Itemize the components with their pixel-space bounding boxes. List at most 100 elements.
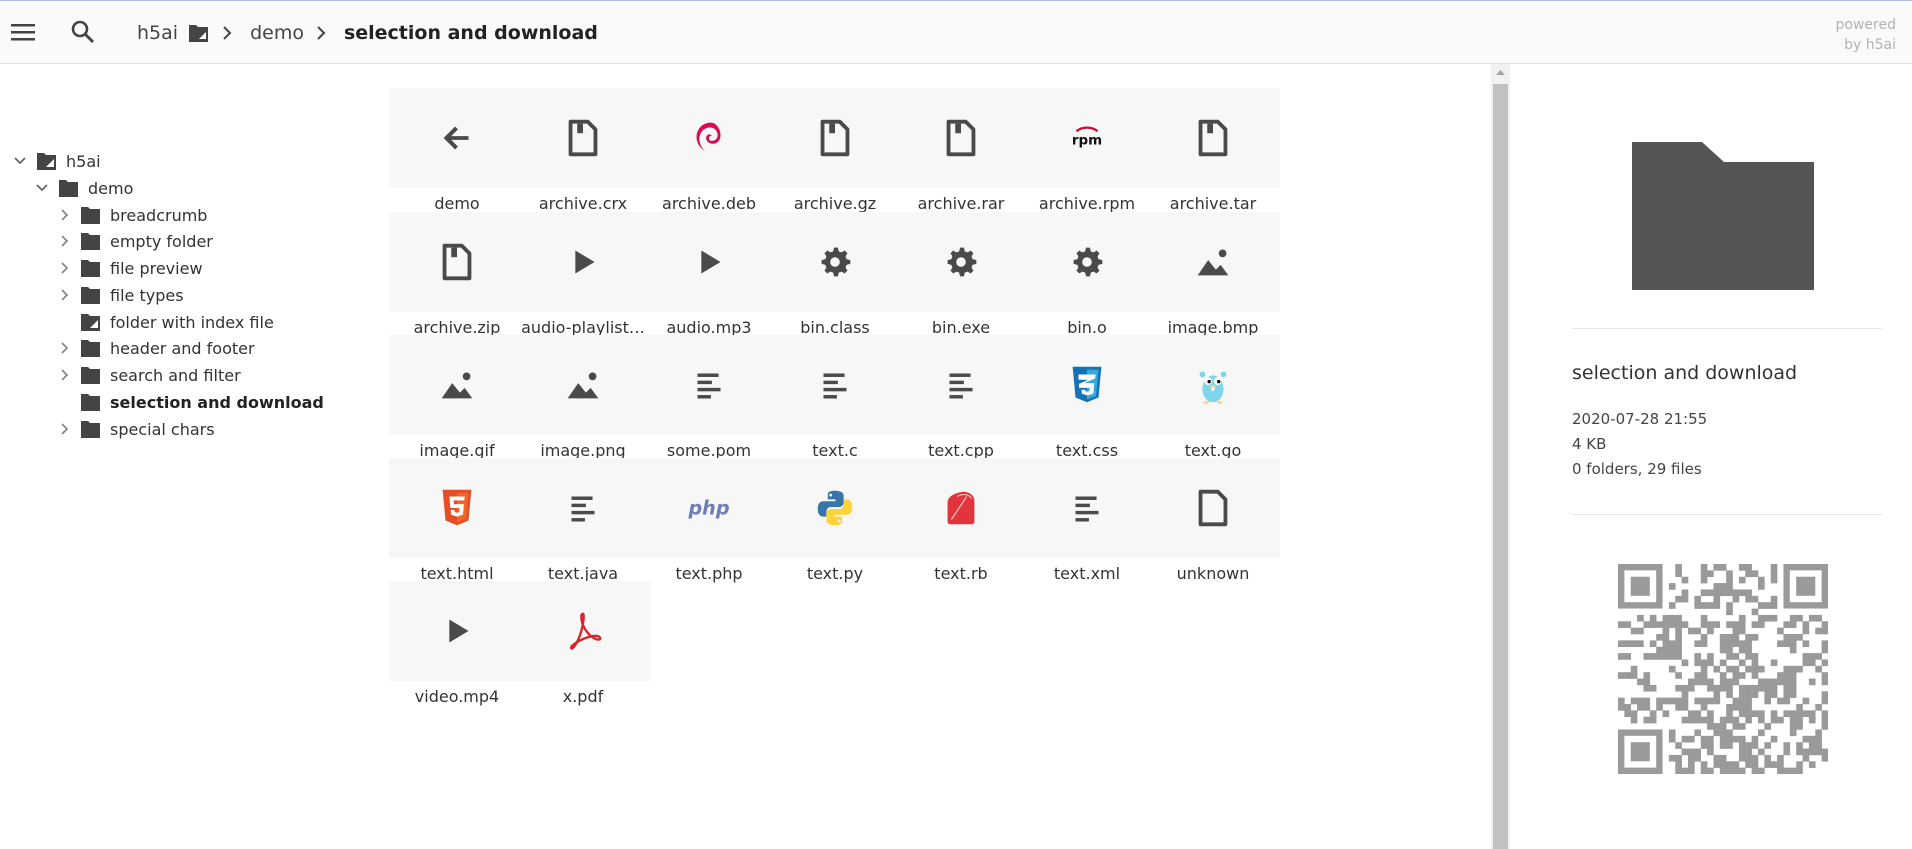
- archive-icon: [515, 88, 650, 188]
- info-name: selection and download: [1572, 362, 1798, 384]
- css3-icon: [1019, 335, 1154, 435]
- svg-text:rpm: rpm: [1071, 134, 1101, 149]
- folder-icon: [80, 418, 102, 440]
- chevron-right-icon: [220, 22, 234, 44]
- menu-icon[interactable]: [8, 17, 38, 47]
- info-panel: selection and download 2020-07-28 21:55 …: [1510, 64, 1912, 849]
- debian-icon: [641, 88, 776, 188]
- file-item[interactable]: unknown: [1145, 458, 1280, 603]
- archive-icon: [767, 88, 902, 188]
- image-icon: [515, 335, 650, 435]
- breadcrumb-label: demo: [250, 22, 304, 44]
- powered-by-link[interactable]: powered by h5ai: [1836, 15, 1896, 55]
- file-item[interactable]: video.mp4: [389, 581, 524, 726]
- gopher-icon: [1145, 335, 1280, 435]
- scrollbar[interactable]: [1491, 64, 1510, 849]
- file-item[interactable]: php text.php: [641, 458, 776, 603]
- chevron-right-icon[interactable]: [56, 340, 72, 356]
- text-lines-icon: [1019, 458, 1154, 558]
- folder-icon: [80, 257, 102, 279]
- file-grid: demo archive.crx archive.deb archive.gz arch…: [380, 64, 1490, 849]
- gear-icon: [767, 212, 902, 312]
- chevron-down-icon[interactable]: [34, 180, 50, 196]
- pdf-icon: [515, 581, 650, 681]
- breadcrumb: h5ai demo selection and download: [125, 1, 610, 65]
- tree-item-label: header and footer: [110, 338, 255, 358]
- chevron-right-icon[interactable]: [56, 367, 72, 383]
- rpm-icon: rpm: [1019, 88, 1154, 188]
- tree-item[interactable]: special chars: [56, 414, 215, 444]
- breadcrumb-h5ai[interactable]: h5ai: [125, 1, 222, 65]
- chevron-right-icon[interactable]: [56, 260, 72, 276]
- divider: [1572, 514, 1882, 515]
- info-counts: 0 folders, 29 files: [1572, 460, 1702, 478]
- archive-icon: [893, 88, 1028, 188]
- text-lines-icon: [893, 335, 1028, 435]
- scrollbar-thumb[interactable]: [1493, 84, 1508, 849]
- file-item[interactable]: x.pdf: [515, 581, 650, 726]
- archive-icon: [389, 212, 524, 312]
- text-lines-icon: [515, 458, 650, 558]
- chevron-right-icon[interactable]: [56, 287, 72, 303]
- tree-item-label: selection and download: [110, 392, 324, 412]
- folder-icon: [80, 364, 102, 386]
- breadcrumb-current[interactable]: selection and download: [332, 1, 610, 65]
- file-item[interactable]: text.xml: [1019, 458, 1154, 603]
- text-lines-icon: [641, 335, 776, 435]
- python-icon: [767, 458, 902, 558]
- tree-item[interactable]: header and footer: [56, 333, 255, 363]
- tree-item-label: special chars: [110, 419, 215, 439]
- folder-icon: [80, 284, 102, 306]
- file-item[interactable]: text.rb: [893, 458, 1028, 603]
- chevron-right-icon: [314, 22, 328, 44]
- image-icon: [389, 335, 524, 435]
- tree-item[interactable]: selection and download: [56, 387, 324, 417]
- top-bar: h5ai demo selection and download powered…: [0, 0, 1912, 64]
- tree-item[interactable]: file preview: [56, 253, 203, 283]
- text-lines-icon: [767, 335, 902, 435]
- tree-item-label: file preview: [110, 258, 203, 278]
- chevron-right-icon[interactable]: [56, 233, 72, 249]
- tree-item-label: folder with index file: [110, 312, 274, 332]
- file-item[interactable]: text.py: [767, 458, 902, 603]
- chevron-down-icon[interactable]: [12, 153, 28, 169]
- tree-item-label: empty folder: [110, 231, 213, 251]
- breadcrumb-demo[interactable]: demo: [238, 1, 316, 65]
- folder-icon: [58, 177, 80, 199]
- search-icon[interactable]: [68, 17, 98, 47]
- folder-large-icon: [1628, 134, 1818, 294]
- chevron-right-icon[interactable]: [56, 207, 72, 223]
- play-icon: [389, 581, 524, 681]
- breadcrumb-label: selection and download: [343, 22, 598, 44]
- scroll-up-icon[interactable]: [1491, 64, 1510, 82]
- archive-icon: [1145, 88, 1280, 188]
- tree-item[interactable]: file types: [56, 280, 184, 310]
- qr-code-icon: [1618, 564, 1829, 775]
- gear-icon: [1019, 212, 1154, 312]
- folder-icon: [80, 230, 102, 252]
- powered-line-1: powered: [1835, 17, 1896, 33]
- svg-text:php: php: [687, 497, 729, 520]
- tree-item[interactable]: search and filter: [56, 360, 241, 390]
- folder-icon: [80, 337, 102, 359]
- play-icon: [515, 212, 650, 312]
- tree-item[interactable]: empty folder: [56, 226, 213, 256]
- info-size: 4 KB: [1572, 435, 1607, 453]
- gear-icon: [893, 212, 1028, 312]
- tree-item-label: demo: [88, 178, 134, 198]
- tree-item-label: search and filter: [110, 365, 241, 385]
- tree-item-label: h5ai: [66, 151, 101, 171]
- powered-line-2: by h5ai: [1844, 37, 1896, 53]
- tree-item[interactable]: demo: [34, 173, 133, 203]
- file-item-label: unknown: [1176, 564, 1250, 583]
- divider: [1572, 328, 1882, 329]
- html5-icon: [389, 458, 524, 558]
- folder-tree: h5ai demo breadcrumb empty folder file previ…: [0, 64, 370, 849]
- back-arrow-icon: [389, 88, 524, 188]
- tree-item[interactable]: h5ai: [12, 146, 101, 176]
- ruby-icon: [893, 458, 1028, 558]
- file-item-label: x.pdf: [562, 687, 604, 706]
- chevron-right-icon[interactable]: [56, 421, 72, 437]
